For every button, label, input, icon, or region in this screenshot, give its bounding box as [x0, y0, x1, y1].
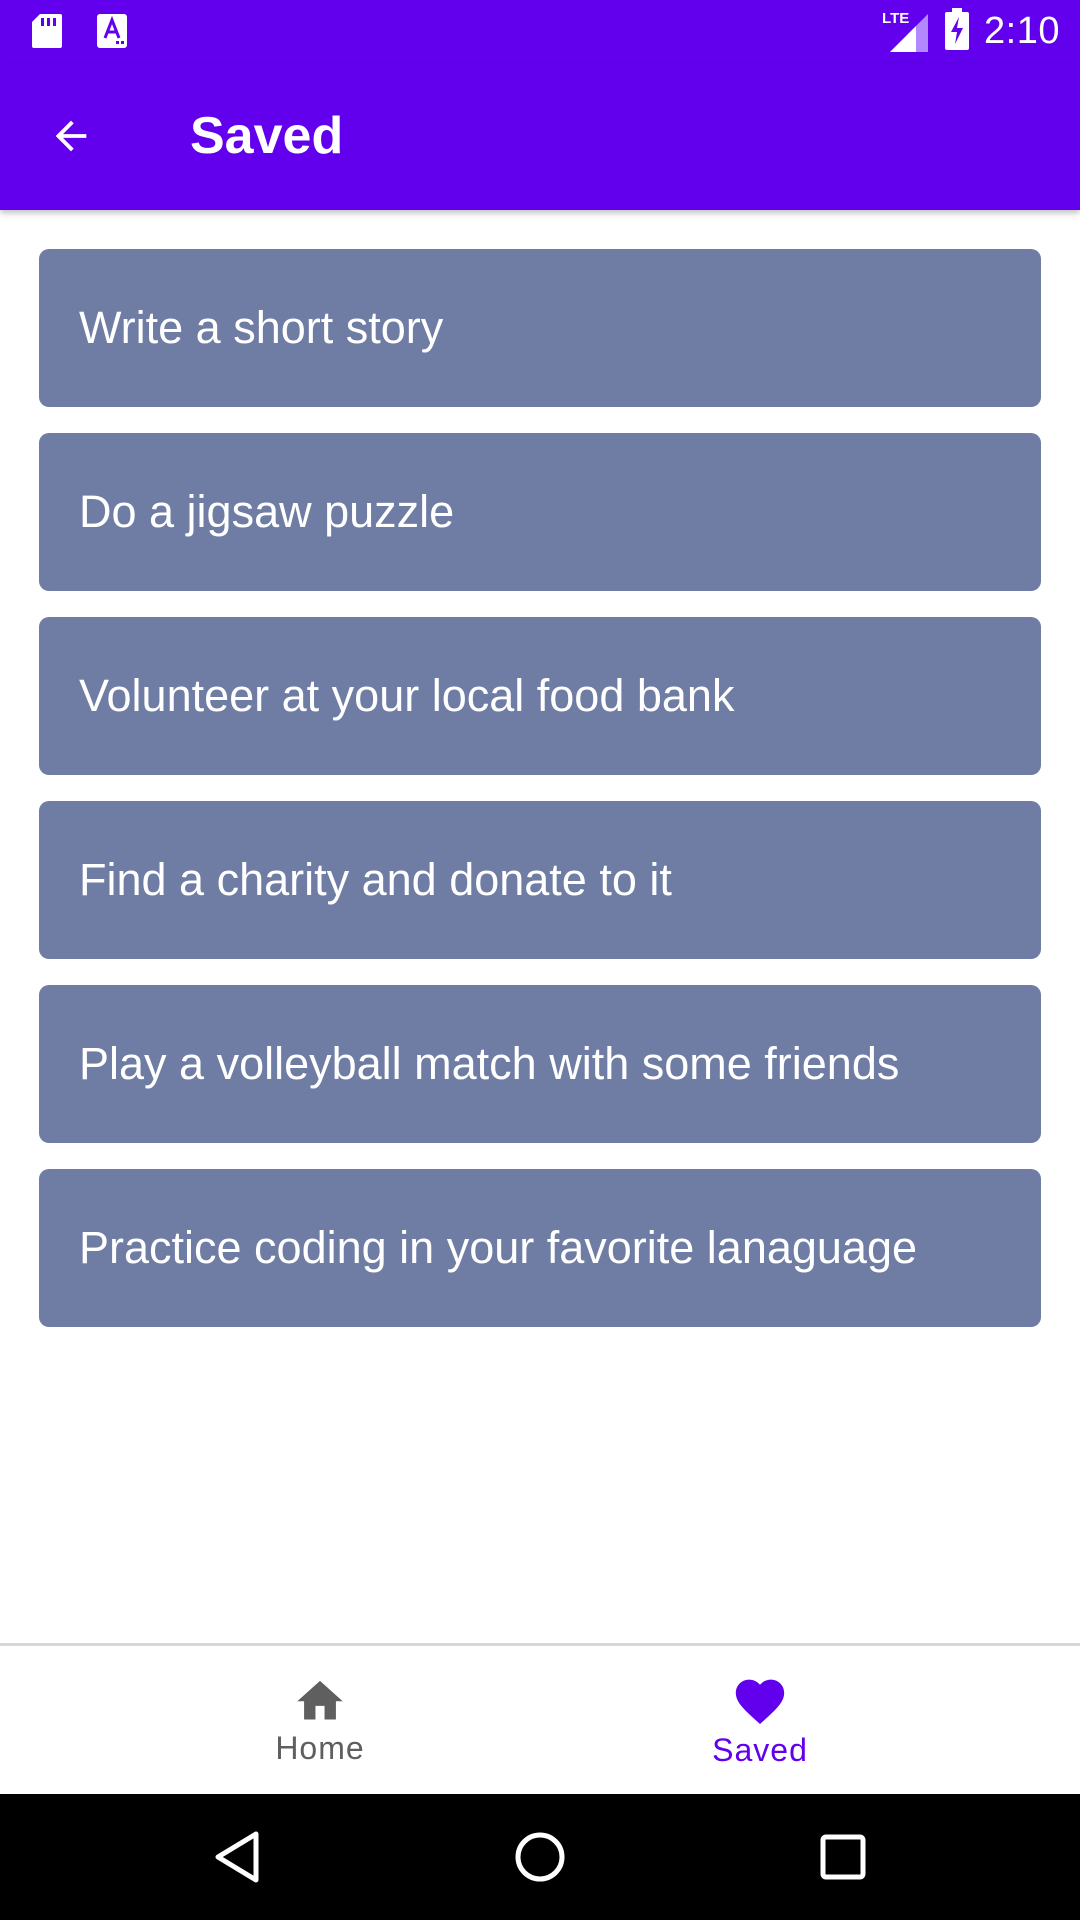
list-item-label: Find a charity and donate to it — [79, 854, 672, 905]
translate-icon — [96, 13, 128, 54]
signal-lte-icon: LTE — [882, 10, 930, 54]
status-bar: LTE 2:10 — [0, 0, 1080, 63]
system-recents-button[interactable] — [806, 1820, 880, 1894]
battery-charging-icon — [944, 8, 970, 55]
clock: 2:10 — [984, 10, 1060, 52]
nav-item-saved-label: Saved — [712, 1731, 808, 1768]
arrow-back-icon — [55, 120, 87, 152]
list-item[interactable]: Practice coding in your favorite lanagua… — [39, 1169, 1041, 1327]
system-back-button[interactable] — [200, 1820, 274, 1894]
list-item[interactable]: Volunteer at your local food bank — [39, 617, 1041, 775]
nav-item-saved[interactable]: Saved — [500, 1646, 1020, 1794]
list-item-label: Practice coding in your favorite lanagua… — [79, 1222, 918, 1273]
list-item[interactable]: Do a jigsaw puzzle — [39, 433, 1041, 591]
nav-item-home-label: Home — [275, 1729, 365, 1766]
list-item-label: Volunteer at your local food bank — [79, 670, 735, 721]
back-triangle-icon — [215, 1831, 259, 1883]
status-right-icons: LTE 2:10 — [882, 8, 1060, 55]
back-button[interactable] — [36, 101, 106, 171]
system-navigation-bar — [0, 1794, 1080, 1920]
list-item[interactable]: Find a charity and donate to it — [39, 801, 1041, 959]
network-type-label: LTE — [882, 9, 910, 27]
home-circle-icon — [515, 1832, 565, 1882]
recents-square-icon — [820, 1834, 866, 1880]
list-item-label: Do a jigsaw puzzle — [79, 486, 455, 537]
heart-icon — [735, 1679, 785, 1724]
list-item-label: Write a short story — [79, 302, 444, 353]
list-item[interactable]: Write a short story — [39, 249, 1041, 407]
system-home-button[interactable] — [503, 1820, 577, 1894]
app-bar: Saved — [0, 63, 1080, 210]
bottom-navigation: Home Saved — [0, 1643, 1080, 1794]
page-title: Saved — [190, 107, 344, 165]
sd-card-icon — [30, 12, 64, 55]
list-item-label: Play a volleyball match with some friend… — [79, 1038, 900, 1089]
status-left-icons — [30, 12, 128, 55]
saved-list: Write a short story Do a jigsaw puzzle V… — [39, 249, 1041, 1353]
list-item[interactable]: Play a volleyball match with some friend… — [39, 985, 1041, 1143]
home-icon — [297, 1680, 343, 1719]
